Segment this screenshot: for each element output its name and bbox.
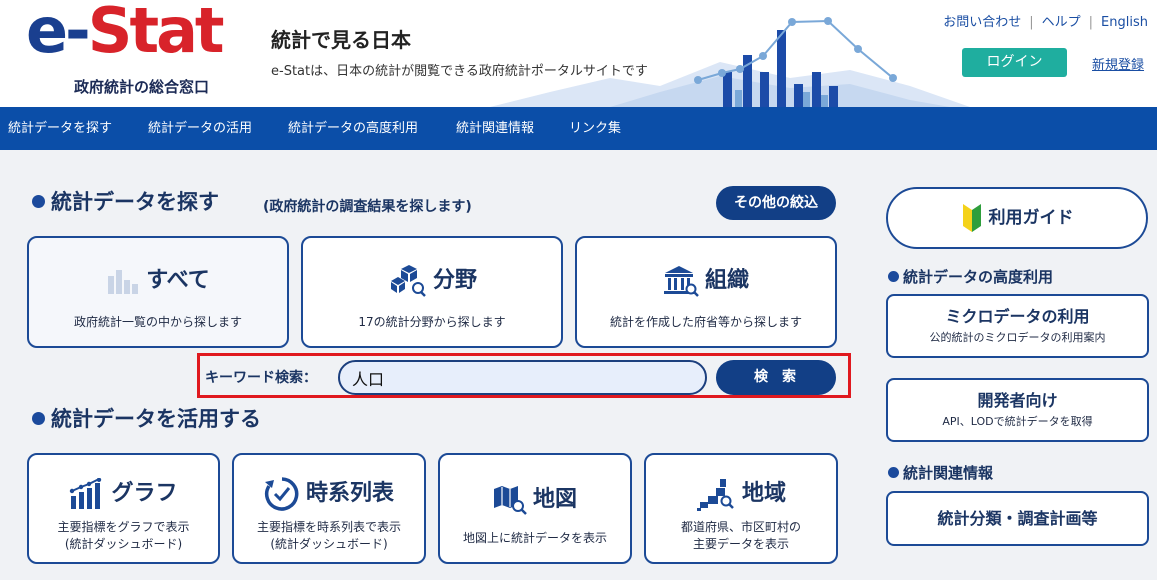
- hero-chart-illustration: [490, 17, 970, 107]
- timeseries-card-title-text: 時系列表: [305, 481, 394, 506]
- login-button[interactable]: ログイン: [962, 48, 1067, 77]
- graph-card-desc-line-2: (統計ダッシュボード): [64, 537, 183, 551]
- site-tagline-title: 統計で見る日本: [271, 28, 411, 52]
- organization-card[interactable]: 組織 統計を作成した府省等から探します: [575, 236, 837, 348]
- organization-card-title-text: 組織: [704, 268, 749, 293]
- all-card-title: すべて: [29, 262, 287, 294]
- microdata-desc: 公的統計のミクロデータの利用案内: [929, 331, 1106, 344]
- map-card-desc: 地図上に統計データを表示: [440, 530, 630, 547]
- link-separator: |: [1029, 15, 1034, 30]
- classification-card[interactable]: 統計分類・調査計画等: [886, 491, 1149, 546]
- main-nav: 統計データを探す 統計データの活用 統計データの高度利用 統計関連情報 リンク集: [0, 107, 1157, 150]
- user-guide-label: 利用ガイド: [988, 208, 1074, 228]
- clock-icon: [264, 477, 299, 511]
- bullet-dot: [888, 467, 899, 478]
- advanced-use-heading: 統計データの高度利用: [888, 266, 1053, 287]
- advanced-use-heading-text: 統計データの高度利用: [903, 268, 1054, 286]
- link-separator: |: [1088, 15, 1094, 30]
- developer-card[interactable]: 開発者向け API、LODで統計データを取得: [886, 378, 1149, 442]
- all-card-title-text: すべて: [146, 268, 210, 293]
- field-card-title: 分野: [303, 262, 561, 297]
- nav-item-search-data[interactable]: 統計データを探す: [8, 107, 112, 150]
- region-card-desc-line-2: 主要データを表示: [692, 537, 789, 551]
- nav-item-use-data[interactable]: 統計データの活用: [148, 107, 252, 150]
- search-section-title-text: 統計データを探す: [51, 190, 219, 214]
- all-card[interactable]: すべて 政府統計一覧の中から探します: [27, 236, 289, 348]
- field-card-title-text: 分野: [432, 268, 477, 293]
- logo-prefix: e-: [26, 0, 91, 67]
- logo-stat: Stat: [87, 0, 225, 67]
- all-card-desc: 政府統計一覧の中から探します: [73, 315, 242, 329]
- logo-subtitle: 政府統計の総合窓口: [74, 78, 210, 96]
- field-card-desc: 17の統計分野から探します: [358, 315, 506, 329]
- logo-mark: e-Stat: [26, 0, 225, 62]
- map-card-title: 地図: [440, 481, 630, 515]
- beginner-mark-icon: [962, 204, 981, 232]
- region-map-icon: [696, 479, 734, 511]
- timeseries-card-title: 時系列表: [234, 475, 424, 512]
- timeseries-card[interactable]: 時系列表 主要指標を時系列表で表示 (統計ダッシュボード): [232, 453, 426, 564]
- graph-card-title-text: グラフ: [111, 481, 178, 506]
- user-guide-button[interactable]: 利用ガイド: [886, 187, 1148, 249]
- timeseries-card-desc-line-1: 主要指標を時系列表で表示: [256, 520, 401, 534]
- use-section-title: 統計データを活用する: [32, 403, 261, 433]
- graph-card-title: グラフ: [29, 475, 218, 510]
- use-section-title-text: 統計データを活用する: [51, 407, 261, 431]
- nav-item-links[interactable]: リンク集: [569, 107, 621, 150]
- region-card-desc-line-1: 都道府県、市区町村の: [680, 520, 801, 534]
- search-section-subtitle: (政府統計の調査結果を探します): [263, 199, 472, 215]
- region-card-desc: 都道府県、市区町村の 主要データを表示: [646, 519, 836, 553]
- bullet-dot: [888, 271, 899, 282]
- map-card-desc-line-1: 地図上に統計データを表示: [462, 531, 607, 545]
- related-info-heading: 統計関連情報: [888, 462, 993, 483]
- estat-logo[interactable]: e-Stat 政府統計の総合窓口: [26, 0, 226, 96]
- search-button[interactable]: 検索: [716, 360, 836, 395]
- government-building-icon: [663, 266, 699, 297]
- map-card[interactable]: 地図 地図上に統計データを表示: [438, 453, 632, 564]
- microdata-card[interactable]: ミクロデータの利用 公的統計のミクロデータの利用案内: [886, 294, 1149, 358]
- bullet-dot: [32, 412, 45, 425]
- graph-card-desc-line-1: 主要指標をグラフで表示: [57, 520, 190, 534]
- microdata-title: ミクロデータの利用: [945, 307, 1090, 326]
- developer-title: 開発者向け: [977, 391, 1058, 410]
- classification-label: 統計分類・調査計画等: [937, 509, 1098, 528]
- bullet-dot: [32, 195, 45, 208]
- region-card-title-text: 地域: [741, 481, 786, 506]
- other-filters-button[interactable]: その他の絞込: [716, 186, 836, 220]
- search-section-title: 統計データを探す: [32, 186, 219, 216]
- developer-desc: API、LODで統計データを取得: [942, 415, 1093, 428]
- nav-item-related-info[interactable]: 統計関連情報: [456, 107, 534, 150]
- utility-links: お問い合わせ | ヘルプ | English: [943, 11, 1148, 30]
- nav-item-advanced-use[interactable]: 統計データの高度利用: [288, 107, 418, 150]
- graph-icon: [70, 477, 102, 509]
- timeseries-card-desc: 主要指標を時系列表で表示 (統計ダッシュボード): [234, 519, 424, 553]
- register-link[interactable]: 新規登録: [1092, 54, 1144, 73]
- map-card-title-text: 地図: [532, 487, 577, 512]
- field-card[interactable]: 分野 17の統計分野から探します: [301, 236, 563, 348]
- organization-card-title: 組織: [577, 262, 835, 297]
- keyword-search-input[interactable]: [338, 360, 707, 395]
- map-search-icon: [493, 486, 527, 515]
- bar-chart-icon: [108, 270, 139, 294]
- related-info-heading-text: 統計関連情報: [903, 464, 994, 482]
- region-card[interactable]: 地域 都道府県、市区町村の 主要データを表示: [644, 453, 838, 564]
- contact-link[interactable]: お問い合わせ: [943, 15, 1021, 30]
- graph-card[interactable]: グラフ 主要指標をグラフで表示 (統計ダッシュボード): [27, 453, 220, 564]
- region-card-title: 地域: [646, 475, 836, 511]
- help-link[interactable]: ヘルプ: [1042, 15, 1081, 30]
- timeseries-card-desc-line-2: (統計ダッシュボード): [270, 537, 388, 551]
- keyword-search-label: キーワード検索：: [205, 370, 317, 386]
- english-link[interactable]: English: [1101, 15, 1148, 30]
- cubes-search-icon: [390, 265, 426, 297]
- graph-card-desc: 主要指標をグラフで表示 (統計ダッシュボード): [29, 519, 218, 553]
- site-header: e-Stat 政府統計の総合窓口 統計で見る日本 e-Statは、日本の統計が閲…: [0, 0, 1157, 107]
- organization-card-desc: 統計を作成した府省等から探します: [609, 315, 802, 329]
